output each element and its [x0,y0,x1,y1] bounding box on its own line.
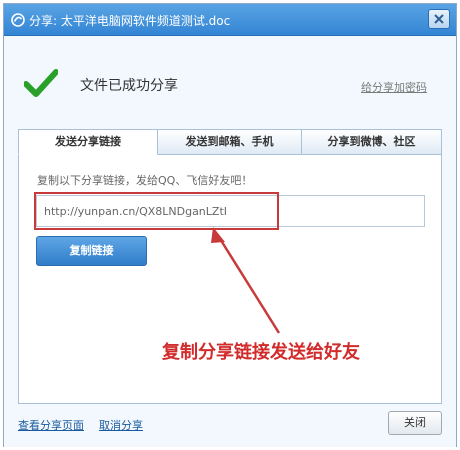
tab-send-link[interactable]: 发送分享链接 [18,129,158,155]
cancel-share-link[interactable]: 取消分享 [99,417,143,433]
title-bar: 分享: 太平洋电脑网软件频道测试.doc [4,4,456,36]
window-close-button[interactable] [428,9,450,29]
close-button[interactable]: 关闭 [388,411,442,435]
close-icon [434,14,444,24]
annotation-arrow [211,227,281,334]
annotation-label: 复制分享链接发送给好友 [162,342,360,363]
window-title: 分享: 太平洋电脑网软件频道测试.doc [29,14,231,28]
view-share-page-link[interactable]: 查看分享页面 [18,417,84,433]
cloud-share-icon [11,13,25,27]
share-dialog: 分享: 太平洋电脑网软件频道测试.doc 文件已成功分享 给分享加密码 发送分享… [3,3,457,447]
dialog-content: 文件已成功分享 给分享加密码 发送分享链接 发送到邮箱、手机 分享到微博、社区 … [4,37,456,447]
